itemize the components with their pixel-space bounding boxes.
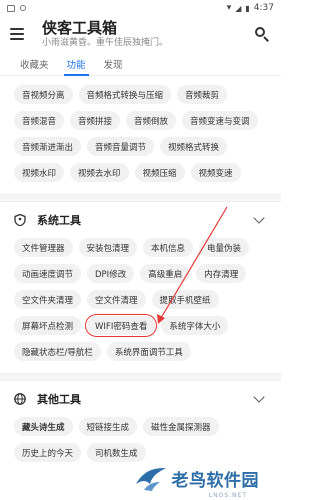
tool-chip[interactable]: 音频变速与变调 xyxy=(182,111,258,130)
chevron-down-icon[interactable] xyxy=(253,391,265,403)
other-tools-title: 其他工具 xyxy=(37,393,81,406)
tool-chip[interactable]: 屏幕坏点检测 xyxy=(14,316,82,335)
wifi-password-chip[interactable]: WIFI密码查看 xyxy=(85,314,158,337)
tool-chip[interactable]: 动画速度调节 xyxy=(14,264,82,283)
tool-chip[interactable]: 音视频分离 xyxy=(14,85,73,104)
tool-chip[interactable]: 音频倒放 xyxy=(126,111,177,130)
tool-chip[interactable]: 提取手机壁纸 xyxy=(151,290,219,309)
other-tools-header[interactable]: 其他工具 xyxy=(0,381,281,417)
menu-icon[interactable] xyxy=(10,28,24,40)
tool-chip[interactable]: 司机数生成 xyxy=(87,443,146,462)
section-divider xyxy=(0,373,281,381)
status-bar: ▾ ◢ ▮ 4:37 xyxy=(0,0,281,16)
system-tools-header[interactable]: 系统工具 xyxy=(0,202,281,238)
tool-chip[interactable]: 历史上的今天 xyxy=(14,443,82,462)
tool-chip[interactable]: 隐藏状态栏/导航栏 xyxy=(14,342,101,361)
tool-chip[interactable]: 安装包清理 xyxy=(78,238,138,257)
app-title: 侠客工具箱 xyxy=(42,18,118,37)
tab-bar: 收藏夹 功能 发现 xyxy=(0,52,281,76)
signal-icon: ◢ xyxy=(235,3,242,13)
tool-chip[interactable]: 音频格式转换与压缩 xyxy=(78,85,172,104)
tool-chip[interactable]: 音频裁剪 xyxy=(177,85,228,104)
tool-chip[interactable]: 高级重启 xyxy=(140,264,191,283)
bird-logo-icon xyxy=(135,468,166,491)
tool-chip[interactable]: 视频去水印 xyxy=(70,163,129,182)
tool-chip[interactable]: 短链接生成 xyxy=(78,417,138,436)
shield-icon xyxy=(14,214,26,226)
tool-chip[interactable]: 文件管理器 xyxy=(14,238,73,257)
wifi-icon: ▾ xyxy=(226,3,232,13)
section-divider xyxy=(0,194,281,202)
tool-chip[interactable]: 藏头诗生成 xyxy=(14,417,73,436)
battery-icon: ▮ xyxy=(245,3,250,13)
app-subtitle: 小雨滋黄昏。重午佳辰独掩门。 xyxy=(42,37,169,48)
chevron-down-icon[interactable] xyxy=(253,212,265,224)
tool-chip[interactable]: 空文件夹清理 xyxy=(14,290,82,309)
tool-chip[interactable]: 音频混音 xyxy=(14,111,65,130)
tool-chip[interactable]: 视频压缩 xyxy=(134,163,185,182)
tool-chip[interactable]: 系统字体大小 xyxy=(161,316,229,335)
tool-chip[interactable]: 视频格式转换 xyxy=(160,137,228,156)
tool-chip[interactable]: 系统界面调节工具 xyxy=(106,342,191,361)
sync-icon xyxy=(20,5,26,11)
tool-chip[interactable]: 音频拼接 xyxy=(70,111,121,130)
status-time: 4:37 xyxy=(253,3,274,13)
system-tools-title: 系统工具 xyxy=(37,214,81,227)
tool-chip[interactable]: 视频水印 xyxy=(14,163,65,182)
tool-chip[interactable]: 本机信息 xyxy=(143,238,194,257)
tool-chip[interactable]: 音频音量调节 xyxy=(87,137,155,156)
tool-chip[interactable]: 内存清理 xyxy=(196,264,247,283)
app-bar: 侠客工具箱 小雨滋黄昏。重午佳辰独掩门。 xyxy=(0,16,281,52)
watermark-text: 老鸟软件园 xyxy=(171,470,259,491)
watermark-logo: 老鸟软件园 xyxy=(134,464,260,492)
media-tools-list: 音视频分离 音频格式转换与压缩 音频裁剪 音频混音 音频拼接 音频倒放 音频变速… xyxy=(0,85,281,182)
tab-functions[interactable]: 功能 xyxy=(58,52,95,76)
tool-chip[interactable]: 电量伪装 xyxy=(199,238,250,257)
notification-icon xyxy=(7,4,15,12)
watermark-subtext: LNOS.NET xyxy=(208,492,247,499)
search-icon[interactable] xyxy=(253,25,271,43)
tool-chip[interactable]: DPI修改 xyxy=(87,264,135,283)
tool-chip[interactable]: 空文件清理 xyxy=(87,290,146,309)
tool-chip[interactable]: 磁性金属探测器 xyxy=(143,417,219,436)
other-tools-list: 藏头诗生成 短链接生成 磁性金属探测器 历史上的今天 司机数生成 xyxy=(0,417,281,462)
tab-favorites[interactable]: 收藏夹 xyxy=(14,52,58,75)
tool-chip[interactable]: 音频渐进渐出 xyxy=(14,137,82,156)
system-tools-list: 文件管理器 安装包清理 本机信息 电量伪装 动画速度调节 DPI修改 高级重启 … xyxy=(0,238,281,361)
globe-icon xyxy=(14,393,26,405)
tab-discover[interactable]: 发现 xyxy=(95,52,132,75)
tool-chip[interactable]: 视频变速 xyxy=(190,163,241,182)
